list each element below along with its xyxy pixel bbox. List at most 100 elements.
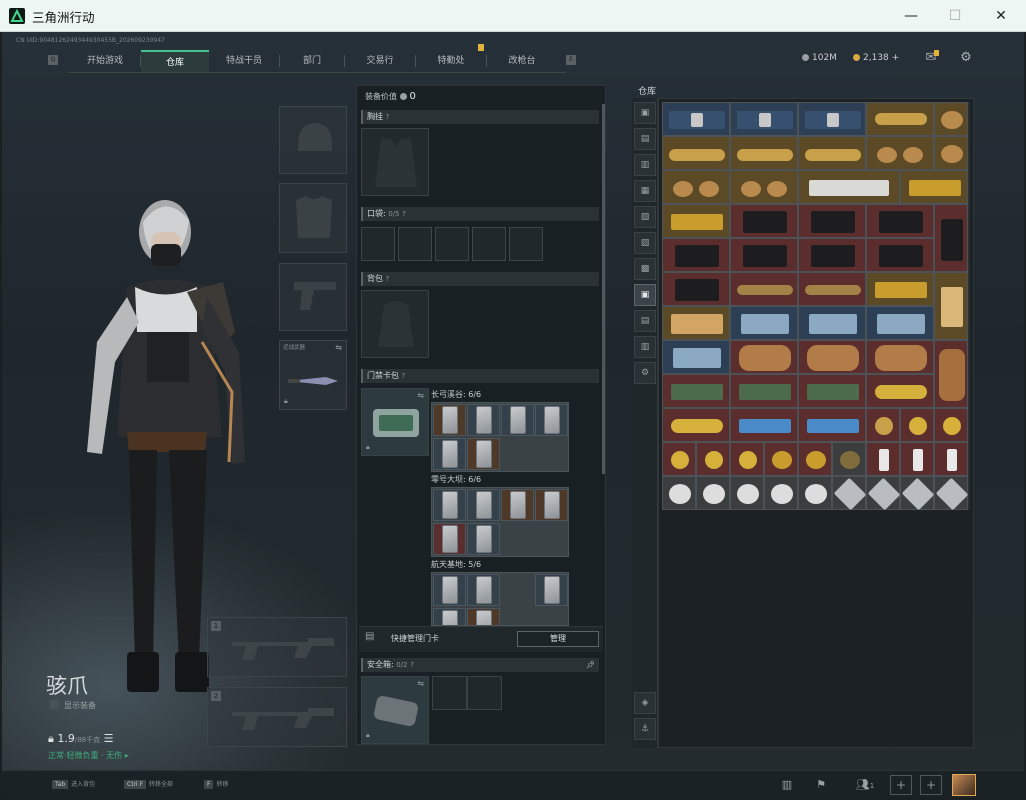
sidearm-slot[interactable] (279, 263, 347, 331)
swap-icon[interactable]: ⇋ (335, 343, 342, 352)
item-cell[interactable] (866, 476, 901, 511)
tab-department[interactable]: 部门 (280, 50, 344, 72)
item-cell[interactable] (900, 170, 968, 204)
item-cell[interactable] (934, 102, 968, 136)
item-cell[interactable] (764, 442, 798, 476)
item-cell[interactable] (866, 102, 934, 136)
item-cell[interactable] (798, 102, 866, 136)
pocket-slot[interactable] (435, 227, 469, 261)
keycard-item[interactable] (433, 608, 466, 625)
filter-button[interactable]: ▧ (634, 206, 656, 228)
keycard-item[interactable] (433, 523, 466, 555)
keycard-item[interactable] (467, 574, 500, 606)
safebox-cell[interactable] (432, 676, 467, 710)
item-cell[interactable] (662, 374, 730, 408)
nav-prev-key[interactable]: Q (48, 55, 58, 65)
item-cell[interactable] (662, 476, 696, 510)
filter-button[interactable]: ▨ (634, 232, 656, 254)
maximize-button[interactable]: ☐ (940, 4, 970, 28)
melee-slot[interactable]: 近战武器 ⇋ 🔒︎ (279, 340, 347, 410)
item-cell[interactable] (900, 476, 935, 511)
item-cell[interactable] (934, 340, 968, 408)
item-cell[interactable] (798, 238, 866, 272)
item-cell[interactable] (730, 204, 798, 238)
tab-operators[interactable]: 特战干员 (209, 50, 279, 72)
nav-next-key[interactable]: E (566, 55, 576, 65)
item-cell[interactable] (730, 442, 764, 476)
item-cell[interactable] (832, 442, 866, 476)
item-cell[interactable] (730, 476, 764, 510)
filter-button-active[interactable]: ▣ (634, 284, 656, 306)
item-cell[interactable] (798, 476, 832, 510)
tab-warehouse[interactable]: 仓库 (141, 50, 209, 72)
item-cell[interactable] (934, 442, 968, 476)
tab-trading[interactable]: 交易行 (345, 50, 415, 72)
tab-gunsmith[interactable]: 改枪台 (487, 50, 557, 72)
keycard-item[interactable] (467, 438, 500, 470)
primary-weapon-slot-2[interactable]: 2 (207, 687, 347, 747)
item-cell[interactable] (798, 136, 866, 170)
item-cell[interactable] (798, 374, 866, 408)
item-cell[interactable] (662, 102, 730, 136)
keycard-item[interactable] (535, 574, 568, 606)
safebox-slot[interactable]: ⇋ 🔒︎ (361, 676, 429, 744)
primary-weapon-slot-1[interactable]: 1 (207, 617, 347, 677)
invite-slot-button[interactable]: + (920, 775, 942, 795)
item-cell[interactable] (730, 170, 798, 204)
item-cell[interactable] (866, 238, 934, 272)
keycard-item[interactable] (535, 489, 568, 521)
item-cell[interactable] (866, 204, 934, 238)
item-cell[interactable] (798, 340, 866, 374)
keycard-case-slot[interactable]: ⇋ 🔒︎ (361, 388, 429, 456)
armor-slot[interactable] (279, 183, 347, 253)
item-cell[interactable] (866, 136, 934, 170)
item-cell[interactable] (798, 442, 832, 476)
item-cell[interactable] (798, 170, 900, 204)
item-cell[interactable] (866, 408, 900, 442)
keycard-item[interactable] (535, 404, 568, 436)
keycard-item[interactable] (467, 608, 500, 625)
filter-button[interactable]: ▦ (634, 180, 656, 202)
item-cell[interactable] (730, 272, 798, 306)
panel-scrollbar[interactable] (602, 104, 605, 474)
tab-start-game[interactable]: 开始游戏 (70, 50, 140, 72)
item-cell[interactable] (730, 102, 798, 136)
item-cell[interactable] (866, 272, 934, 306)
item-cell[interactable] (662, 442, 696, 476)
safebox-cell[interactable] (467, 676, 502, 710)
item-cell[interactable] (662, 340, 730, 374)
item-cell[interactable] (934, 408, 968, 442)
list-icon[interactable]: ☰ (104, 732, 114, 745)
item-cell[interactable] (730, 306, 798, 340)
item-cell[interactable] (696, 442, 730, 476)
keycard-item[interactable] (501, 489, 534, 521)
item-cell[interactable] (662, 238, 730, 272)
item-cell[interactable] (866, 340, 934, 374)
tab-special-ops[interactable]: 特勤处 (416, 50, 486, 72)
anchor-icon[interactable]: ⚓ (634, 718, 656, 740)
item-cell[interactable] (798, 272, 866, 306)
item-cell[interactable] (730, 340, 798, 374)
invite-slot-button[interactable]: + (890, 775, 912, 795)
flag-icon[interactable]: ⚑ (810, 775, 832, 795)
squad-icon[interactable]: 👥︎1 (848, 775, 882, 795)
item-cell[interactable] (662, 306, 730, 340)
layers-icon[interactable]: ◈ (634, 692, 656, 714)
filter-button[interactable]: ▤ (634, 310, 656, 332)
item-cell[interactable] (662, 408, 730, 442)
keycard-item[interactable] (433, 438, 466, 470)
item-cell[interactable] (900, 442, 934, 476)
hint-tab[interactable]: Tab 进入背包 (52, 779, 95, 789)
item-cell[interactable] (798, 204, 866, 238)
keycard-item[interactable] (467, 404, 500, 436)
item-cell[interactable] (730, 238, 798, 272)
keycard-item[interactable] (467, 523, 500, 555)
item-cell[interactable] (934, 476, 969, 511)
item-cell[interactable] (764, 476, 798, 510)
hint-ctrl-f[interactable]: Ctrl F 转移全部 (124, 779, 173, 789)
backpack-slot[interactable] (361, 290, 429, 358)
helmet-slot[interactable] (279, 106, 347, 174)
item-cell[interactable] (832, 476, 867, 511)
item-cell[interactable] (866, 442, 900, 476)
filter-settings-button[interactable]: ⚙ (634, 362, 656, 384)
